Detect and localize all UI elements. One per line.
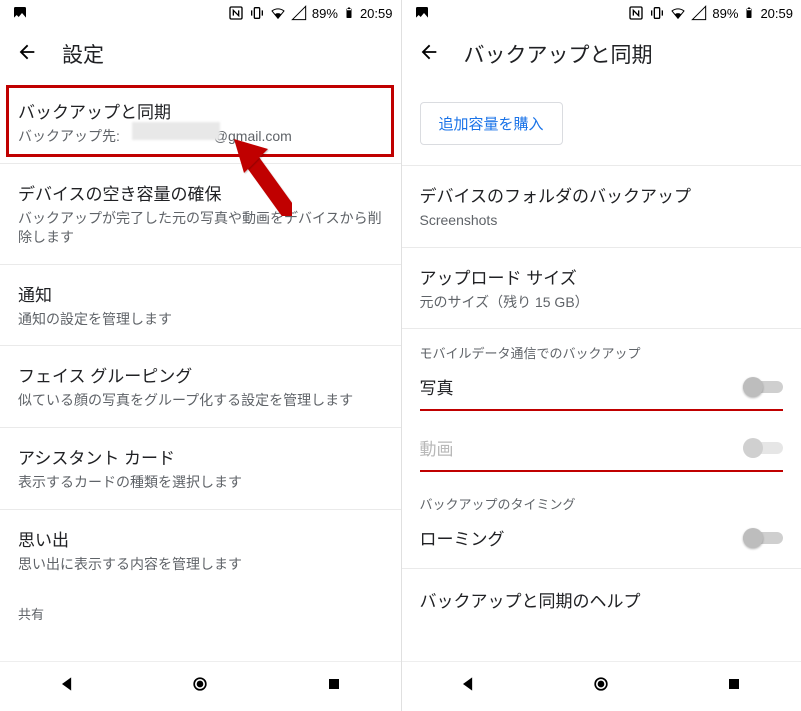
nav-recent-icon[interactable] xyxy=(724,674,744,699)
row-subtitle: バックアップが完了した元の写真や動画をデバイスから削除します xyxy=(18,209,383,248)
vibrate-icon xyxy=(649,5,665,21)
videos-switch xyxy=(743,437,783,459)
battery-percent: 89% xyxy=(712,6,738,21)
row-title: 思い出 xyxy=(18,526,383,551)
row-title: バックアップと同期 xyxy=(18,98,383,123)
row-backup-sync[interactable]: バックアップと同期 バックアップ先: @gmail.com xyxy=(0,82,401,164)
row-title: 通知 xyxy=(18,281,383,306)
row-notifications[interactable]: 通知 通知の設定を管理します xyxy=(0,265,401,347)
row-help[interactable]: バックアップと同期のヘルプ xyxy=(402,569,801,632)
status-bar: 89% 20:59 xyxy=(402,0,801,26)
row-device-folders[interactable]: デバイスのフォルダのバックアップ Screenshots xyxy=(402,166,801,248)
row-subtitle: 表示するカードの種類を選択します xyxy=(18,473,383,493)
row-upload-size[interactable]: アップロード サイズ 元のサイズ（残り 15 GB） xyxy=(402,248,801,330)
battery-percent: 89% xyxy=(312,6,338,21)
mobile-data-section-label: モバイルデータ通信でのバックアップ xyxy=(402,329,801,364)
row-title: デバイスの空き容量の確保 xyxy=(18,180,383,205)
screenshot-icon xyxy=(12,5,28,21)
clock-time: 20:59 xyxy=(360,6,393,21)
nav-home-icon[interactable] xyxy=(591,674,611,699)
photos-switch[interactable] xyxy=(743,376,783,398)
screen-settings: 89% 20:59 設定 バックアップと同期 バックアップ先: @gmail.c… xyxy=(0,0,401,711)
nav-bar xyxy=(0,661,401,711)
row-title: アシスタント カード xyxy=(18,444,383,469)
row-videos-toggle: 動画 xyxy=(402,425,801,470)
buy-storage-wrap: 追加容量を購入 xyxy=(402,82,801,166)
header: 設定 xyxy=(0,26,401,82)
backup-dest-suffix: @gmail.com xyxy=(214,128,292,144)
nav-back-icon[interactable] xyxy=(458,674,478,699)
vibrate-icon xyxy=(249,5,265,21)
row-subtitle: 思い出に表示する内容を管理します xyxy=(18,555,383,575)
settings-list: バックアップと同期 バックアップ先: @gmail.com デバイスの空き容量の… xyxy=(0,82,401,661)
row-title: アップロード サイズ xyxy=(420,264,784,289)
row-face-grouping[interactable]: フェイス グルーピング 似ている顔の写真をグループ化する設定を管理します xyxy=(0,346,401,428)
timing-section-label: バックアップのタイミング xyxy=(402,480,801,515)
signal-icon xyxy=(291,5,307,21)
page-title: 設定 xyxy=(62,39,104,69)
nav-back-icon[interactable] xyxy=(57,674,77,699)
photos-label: 写真 xyxy=(420,374,454,399)
row-title: バックアップと同期のヘルプ xyxy=(420,587,784,612)
status-bar: 89% 20:59 xyxy=(0,0,401,26)
videos-label: 動画 xyxy=(420,435,454,460)
annotation-underline-photos xyxy=(420,409,784,411)
buy-storage-button[interactable]: 追加容量を購入 xyxy=(420,102,563,145)
header: バックアップと同期 xyxy=(402,26,801,82)
row-assistant-cards[interactable]: アシスタント カード 表示するカードの種類を選択します xyxy=(0,428,401,510)
row-free-up-space[interactable]: デバイスの空き容量の確保 バックアップが完了した元の写真や動画をデバイスから削除… xyxy=(0,164,401,265)
battery-icon xyxy=(343,5,355,21)
row-photos-toggle[interactable]: 写真 xyxy=(402,364,801,409)
nav-bar xyxy=(402,661,801,711)
screenshot-icon xyxy=(414,5,430,21)
redacted-email xyxy=(132,122,220,140)
row-title: デバイスのフォルダのバックアップ xyxy=(420,182,784,207)
backup-dest-prefix: バックアップ先: xyxy=(18,128,124,144)
roaming-label: ローミング xyxy=(420,525,505,550)
row-subtitle: Screenshots xyxy=(420,211,784,231)
nav-recent-icon[interactable] xyxy=(324,674,344,699)
wifi-icon xyxy=(270,5,286,21)
share-section-label: 共有 xyxy=(0,590,401,625)
screen-backup-sync: 89% 20:59 バックアップと同期 追加容量を購入 デバイスのフォルダのバッ… xyxy=(401,0,801,711)
row-subtitle: 似ている顔の写真をグループ化する設定を管理します xyxy=(18,391,383,411)
back-icon[interactable] xyxy=(418,41,440,68)
annotation-underline-videos xyxy=(420,470,784,472)
nav-home-icon[interactable] xyxy=(190,674,210,699)
nfc-icon xyxy=(228,5,244,21)
row-roaming-toggle[interactable]: ローミング xyxy=(402,515,801,569)
backup-sync-content: 追加容量を購入 デバイスのフォルダのバックアップ Screenshots アップ… xyxy=(402,82,801,661)
row-subtitle: 元のサイズ（残り 15 GB） xyxy=(420,293,784,313)
row-title: フェイス グルーピング xyxy=(18,362,383,387)
clock-time: 20:59 xyxy=(760,6,793,21)
roaming-switch[interactable] xyxy=(743,527,783,549)
nfc-icon xyxy=(628,5,644,21)
row-subtitle: 通知の設定を管理します xyxy=(18,310,383,330)
wifi-icon xyxy=(670,5,686,21)
back-icon[interactable] xyxy=(16,41,38,68)
signal-icon xyxy=(691,5,707,21)
row-memories[interactable]: 思い出 思い出に表示する内容を管理します xyxy=(0,510,401,591)
page-title: バックアップと同期 xyxy=(464,39,653,69)
battery-icon xyxy=(743,5,755,21)
